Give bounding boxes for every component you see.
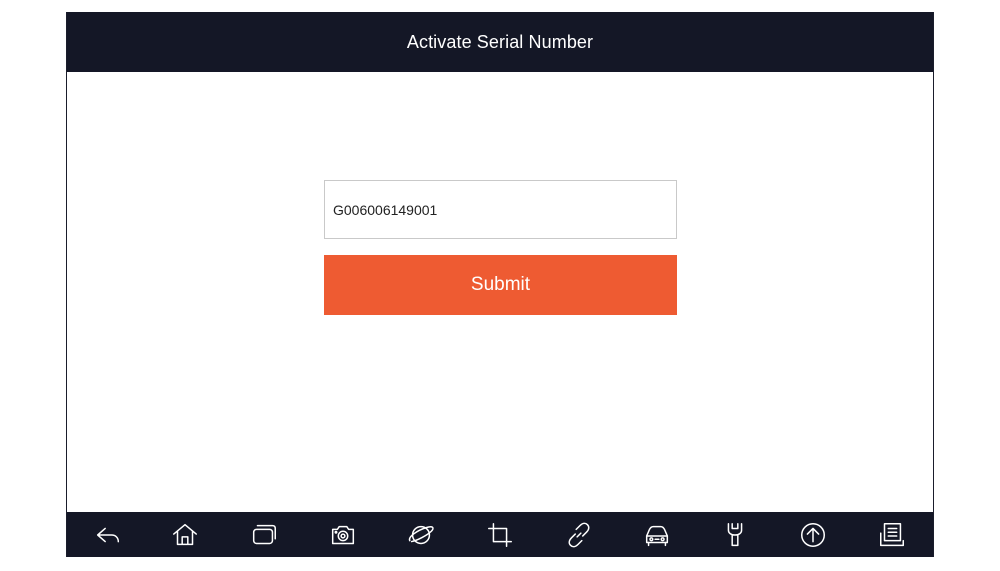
upgrade-icon[interactable] xyxy=(796,518,830,552)
camera-icon[interactable] xyxy=(326,518,360,552)
back-icon[interactable] xyxy=(91,518,125,552)
home-icon[interactable] xyxy=(168,518,202,552)
vehicle-icon[interactable] xyxy=(640,518,674,552)
submit-button[interactable]: Submit xyxy=(324,255,677,315)
crop-icon[interactable] xyxy=(483,518,517,552)
repair-tool-icon[interactable] xyxy=(718,518,752,552)
device-screen: Activate Serial Number Submit xyxy=(66,12,934,557)
serial-number-input[interactable] xyxy=(324,180,677,239)
page-title: Activate Serial Number xyxy=(406,31,594,52)
report-icon[interactable] xyxy=(875,518,909,552)
browser-icon[interactable] xyxy=(404,518,438,552)
link-icon[interactable] xyxy=(562,518,596,552)
bottom-nav-bar xyxy=(67,512,933,557)
title-bar: Activate Serial Number xyxy=(67,12,933,72)
recent-apps-icon[interactable] xyxy=(247,518,281,552)
activation-form: Submit xyxy=(67,72,933,512)
